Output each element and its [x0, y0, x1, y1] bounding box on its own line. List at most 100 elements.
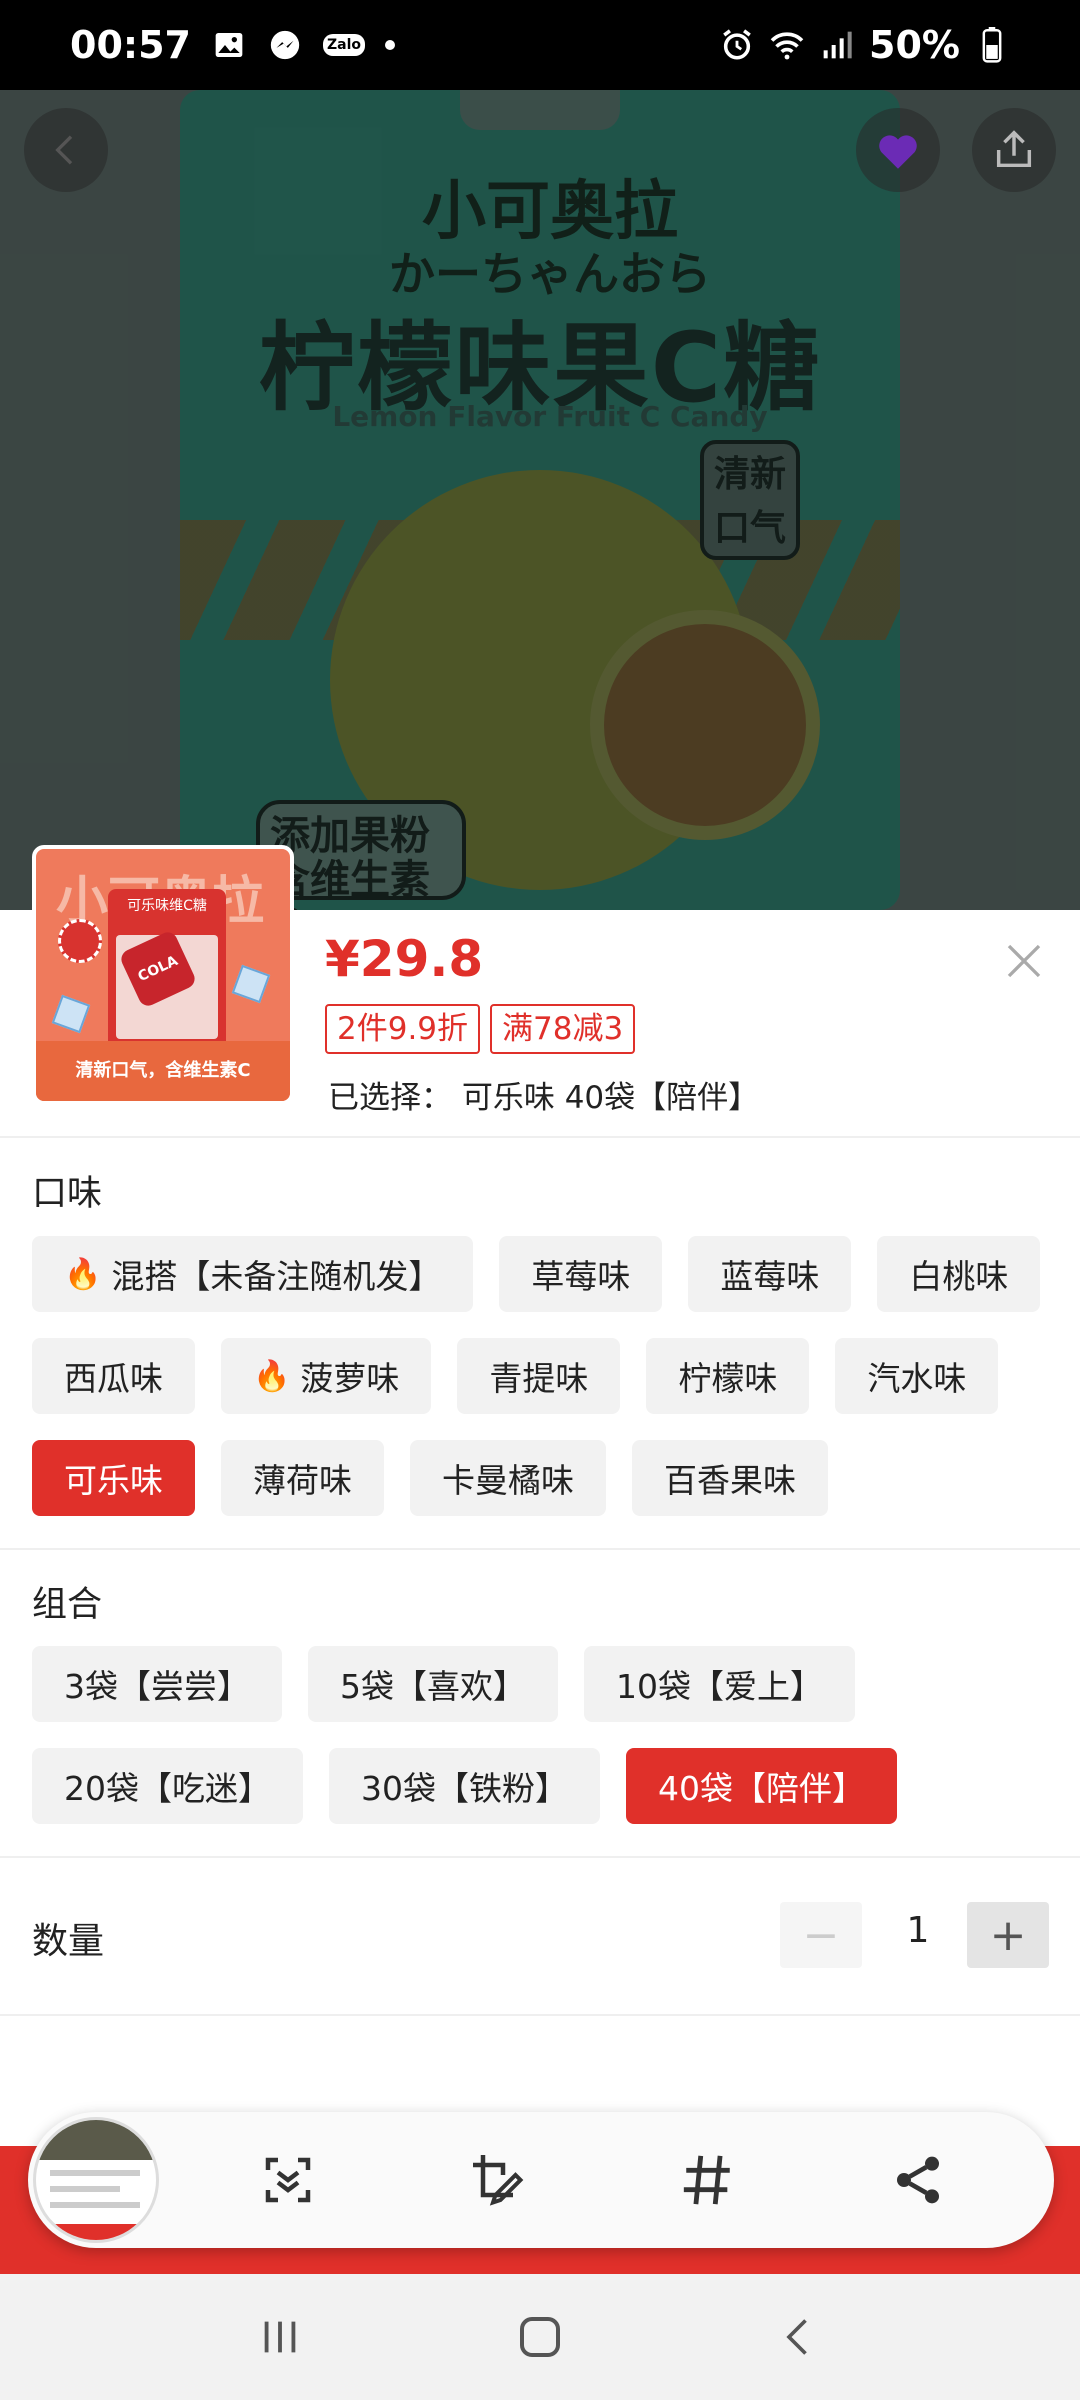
tag-button[interactable] [668, 2140, 748, 2220]
combo-option-label: 3袋【尝尝】 [64, 1667, 250, 1706]
combo-option-label: 10袋【爱上】 [616, 1667, 823, 1706]
quantity-increase-button[interactable]: + [967, 1902, 1049, 1968]
product-image: 小可奥拉 かーちゃんおら 柠檬味果C糖 Lemon Flavor Fruit C… [0, 90, 1080, 910]
back-icon [786, 2319, 807, 2355]
coupon-list: 2件9.9折 满78减3 [325, 1004, 636, 1054]
recent-apps-button[interactable] [240, 2297, 320, 2377]
battery-percent: 50% [869, 23, 960, 67]
price: ¥29.8 [325, 930, 484, 988]
battery-icon [974, 27, 1010, 63]
hashtag-icon [683, 2155, 730, 2205]
share-icon [996, 130, 1032, 168]
share-icon [897, 2156, 939, 2204]
flavor-option[interactable]: 薄荷味 [221, 1440, 384, 1516]
chevron-left-icon [55, 135, 73, 165]
back-button[interactable] [24, 108, 108, 192]
flavor-option[interactable]: 柠檬味 [646, 1338, 810, 1414]
combo-option-label: 20袋【吃迷】 [64, 1769, 271, 1808]
combo-option[interactable]: 10袋【爱上】 [584, 1646, 855, 1722]
flavor-option-label: 菠萝味 [300, 1359, 400, 1398]
flavor-option-label: 蓝莓味 [720, 1257, 820, 1296]
flavor-option-label: 草莓味 [531, 1257, 631, 1296]
combo-options: 3袋【尝尝】 5袋【喜欢】 10袋【爱上】 20袋【吃迷】 30袋【铁粉】 40… [32, 1646, 1062, 1824]
flavor-option[interactable]: 🔥 混搭【未备注随机发】 [32, 1236, 474, 1312]
flavor-option-label: 汽水味 [867, 1359, 967, 1398]
flavor-option-label: 西瓜味 [64, 1359, 163, 1398]
preview-line [50, 2202, 140, 2208]
coupon-badge: 2件9.9折 [325, 1004, 481, 1054]
crop-edit-button[interactable] [458, 2140, 538, 2220]
close-button[interactable] [1004, 936, 1044, 990]
flavor-option[interactable]: 蓝莓味 [688, 1236, 852, 1312]
flavor-option-label: 白桃味 [909, 1257, 1009, 1296]
flavor-option[interactable]: 百香果味 [632, 1440, 828, 1516]
combo-option[interactable]: 20袋【吃迷】 [32, 1748, 303, 1824]
nav-back-button[interactable] [760, 2297, 840, 2377]
thumb-bag: 可乐味维C糖 COLA [108, 889, 226, 1049]
notification-dot-icon [384, 40, 395, 50]
home-icon [520, 2317, 560, 2357]
page: 00:57 Zalo 50% 小可奥拉 かーちゃんおら 柠檬味果C糖 Lemon… [0, 0, 1080, 2400]
flavor-option-label: 青提味 [489, 1359, 589, 1398]
status-time: 00:57 [70, 23, 191, 67]
flavor-option-label: 可乐味 [64, 1461, 163, 1500]
flavor-option[interactable]: 青提味 [457, 1338, 621, 1414]
flavor-option[interactable]: 西瓜味 [32, 1338, 195, 1414]
preview-line [50, 2186, 120, 2192]
coupon-badge: 满78减3 [490, 1004, 636, 1054]
share-button[interactable] [972, 108, 1056, 192]
system-navigation-bar [0, 2274, 1080, 2400]
sku-thumbnail[interactable]: 小可奥拉 可乐味维C糖 COLA 清新口气，含维生素C [32, 845, 294, 1105]
selected-sku-text: 已选择： 可乐味 40袋【陪伴】 [328, 1080, 760, 1116]
quantity-decrease-button[interactable]: − [780, 1902, 862, 1968]
signal-icon [819, 27, 855, 63]
dim-overlay[interactable] [0, 90, 1080, 910]
close-icon [1007, 944, 1041, 978]
divider [0, 2014, 1080, 2016]
thumb-bag-label: 可乐味维C糖 [127, 898, 207, 914]
thumb-footer: 清新口气，含维生素C [36, 1041, 290, 1101]
flavor-option[interactable]: 🔥 菠萝味 [221, 1338, 432, 1414]
favorite-button[interactable] [856, 108, 940, 192]
combo-option[interactable]: 3袋【尝尝】 [32, 1646, 282, 1722]
combo-option[interactable]: 30袋【铁粉】 [329, 1748, 600, 1824]
ice-cube-decoration [51, 994, 91, 1034]
alarm-icon [719, 27, 755, 63]
scroll-capture-icon [265, 2157, 311, 2203]
status-right: 50% [719, 23, 1010, 67]
crop-edit-icon [473, 2155, 524, 2206]
flame-icon: 🔥 [64, 1256, 102, 1292]
scroll-capture-button[interactable] [248, 2140, 328, 2220]
divider [0, 1856, 1080, 1858]
flavor-title: 口味 [32, 1174, 103, 1214]
flavor-option[interactable]: 白桃味 [877, 1236, 1041, 1312]
toolbar-share-button[interactable] [878, 2140, 958, 2220]
combo-option-label: 30袋【铁粉】 [361, 1769, 568, 1808]
flavor-option[interactable]: 汽水味 [835, 1338, 999, 1414]
screenshot-preview[interactable] [33, 2117, 159, 2243]
wifi-icon [769, 27, 805, 63]
quantity-label: 数量 [32, 1921, 105, 1962]
flavor-options: 🔥 混搭【未备注随机发】 草莓味 蓝莓味 白桃味 西瓜味 🔥 菠萝味 青提味 柠檬味… [32, 1236, 1062, 1516]
ice-cube-decoration [231, 964, 271, 1004]
flavor-option-label: 卡曼橘味 [442, 1461, 574, 1500]
quantity-value[interactable]: 1 [888, 1910, 948, 1951]
heart-icon [879, 135, 917, 169]
combo-option-selected[interactable]: 40袋【陪伴】 [626, 1748, 897, 1824]
flame-icon: 🔥 [253, 1358, 291, 1394]
combo-option-label: 40袋【陪伴】 [658, 1769, 865, 1808]
status-left: 00:57 Zalo [70, 23, 395, 67]
flavor-option-label: 柠檬味 [678, 1359, 778, 1398]
home-button[interactable] [500, 2297, 580, 2377]
combo-option[interactable]: 5袋【喜欢】 [308, 1646, 558, 1722]
flavor-option-selected[interactable]: 可乐味 [32, 1440, 195, 1516]
combo-title: 组合 [32, 1585, 103, 1625]
divider [0, 1136, 1080, 1138]
flavor-option[interactable]: 草莓味 [499, 1236, 663, 1312]
zalo-icon: Zalo [322, 34, 365, 56]
combo-option-label: 5袋【喜欢】 [340, 1667, 526, 1706]
flavor-option[interactable]: 卡曼橘味 [410, 1440, 606, 1516]
messenger-icon [267, 27, 303, 63]
preview-top [36, 2120, 156, 2160]
preview-line [50, 2170, 140, 2176]
